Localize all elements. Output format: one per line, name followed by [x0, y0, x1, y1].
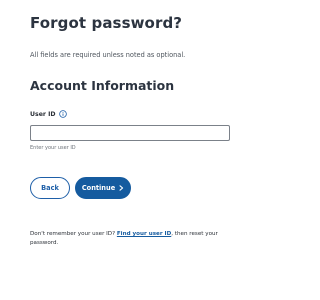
- section-title: Account Information: [30, 78, 175, 93]
- forgot-password-page: Forgot password? All fields are required…: [0, 0, 262, 300]
- user-id-label: User ID: [30, 110, 56, 118]
- chevron-right-icon: [119, 185, 124, 191]
- user-id-helper-text: Enter your user ID: [30, 145, 76, 151]
- footer-text-before: Don't remember your user ID?: [30, 231, 117, 237]
- user-id-label-row: User ID: [30, 110, 67, 118]
- continue-button-label: Continue: [81, 184, 116, 192]
- back-button-label: Back: [41, 184, 59, 192]
- user-id-input[interactable]: [30, 125, 230, 141]
- info-icon[interactable]: [58, 110, 67, 118]
- required-fields-note: All fields are required unless noted as …: [30, 51, 186, 59]
- back-button[interactable]: Back: [30, 177, 70, 199]
- find-user-id-text: Don't remember your user ID? Find your u…: [30, 230, 242, 247]
- find-user-id-link[interactable]: Find your user ID: [117, 231, 171, 237]
- continue-button[interactable]: Continue: [75, 177, 131, 199]
- page-title: Forgot password?: [30, 14, 183, 32]
